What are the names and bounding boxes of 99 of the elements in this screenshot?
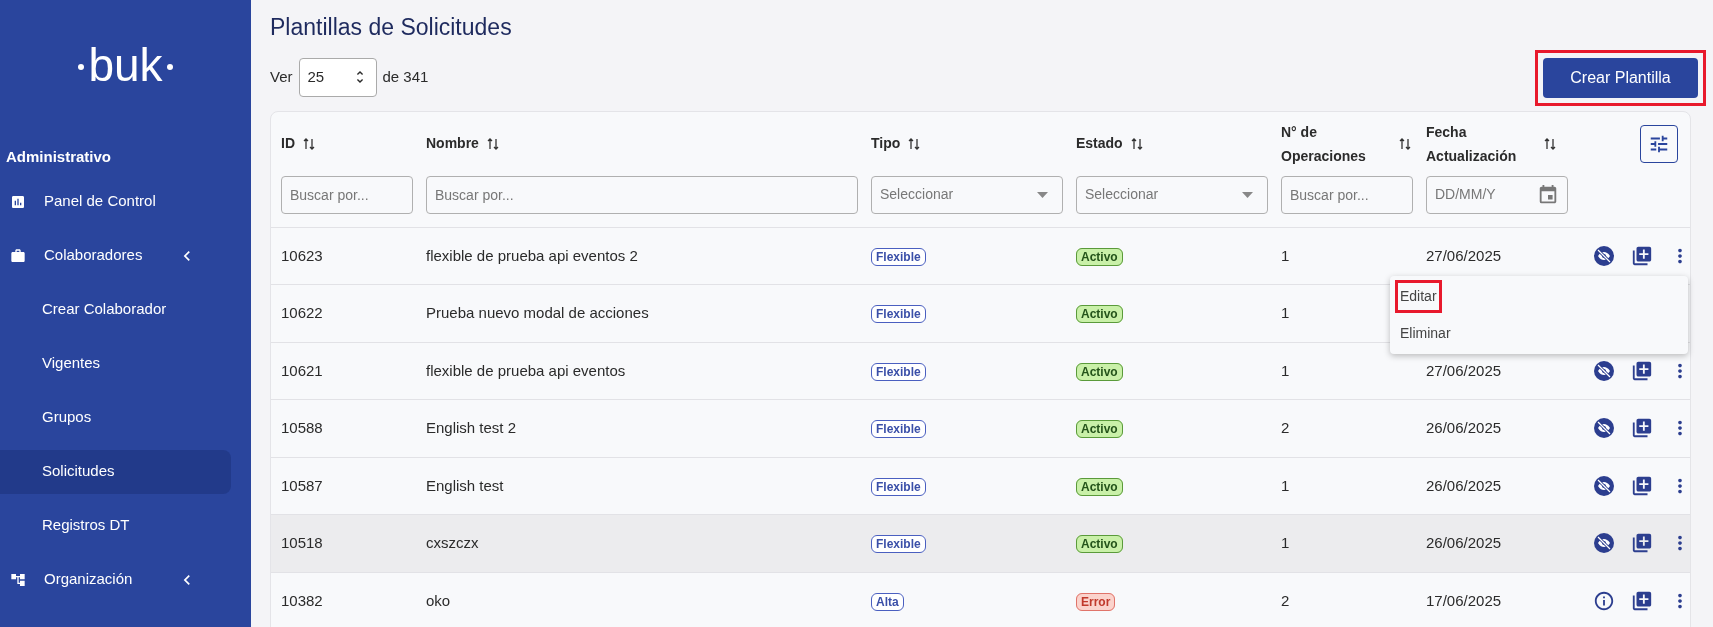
sort-icon[interactable] [908,136,921,151]
status-tag: Activo [1076,362,1123,381]
section-title: Administrativo [5,147,112,167]
page-title: Plantillas de Solicitudes [270,13,513,42]
logo-dot-icon [78,64,85,70]
dropdown-icon [1037,191,1048,198]
status-tag: Activo [1076,247,1123,266]
calendar-icon[interactable] [1537,183,1559,206]
nav-icon [10,193,26,210]
operations-cell-text: 2 [1281,418,1291,438]
nav-item[interactable]: Colaboradores [0,228,251,283]
eye-off-icon[interactable] [1593,474,1615,497]
table-row[interactable]: 10518 cxszczx Flexible Activo 1 26/06/2025 [271,515,1690,573]
menu-item[interactable]: Editar [1398,283,1439,310]
name-cell-text: English test 2 [426,418,518,438]
id-cell-text: 10587 [281,475,324,496]
table-row[interactable]: 10382 oko Alta Error 2 17/06/2025 [271,572,1690,627]
nav-subitem[interactable]: Grupos [0,395,231,440]
nav-item[interactable]: Panel de Control [0,174,251,229]
nav-item[interactable]: Organización [0,552,251,607]
sort-icon[interactable] [1130,136,1143,151]
dropdown-icon [1242,191,1253,198]
operations-cell-text: 1 [1281,303,1291,323]
type-tag: Flexible [871,305,926,323]
column-header: Tipo [871,134,901,153]
duplicate-icon[interactable] [1631,359,1653,382]
status-tag: Activo [1076,305,1123,323]
name-cell-text: cxszczx [426,533,480,553]
operations-cell-text: 2 [1281,590,1291,611]
page-size-label: Ver [270,66,293,87]
status-tag: Activo [1076,535,1123,553]
nav-subitem[interactable]: Solicitudes [0,449,231,494]
column-header: Estado [1076,134,1123,153]
type-tag: Alta [871,592,904,611]
name-cell-text: flexible de prueba api eventos [426,360,627,381]
operations-cell-text: 1 [1281,360,1291,381]
sort-icon[interactable] [1544,136,1556,151]
info-icon[interactable] [1593,589,1615,612]
create-template-button[interactable]: Crear Plantilla [1543,57,1698,98]
duplicate-icon[interactable] [1631,417,1653,440]
id-cell-text: 10623 [281,245,324,266]
operations-cell-text: 1 [1281,475,1291,496]
date-cell-text: 26/06/2025 [1426,475,1503,496]
name-cell-text: oko [426,590,452,611]
type-tag: Flexible [871,420,926,438]
date-cell-text: 26/06/2025 [1426,533,1503,553]
nav-subitem[interactable]: Vigentes [0,341,231,386]
nav-subitem[interactable]: Registros DT [0,503,231,548]
date-cell-text: 27/06/2025 [1426,360,1503,381]
date-field[interactable]: DD/MM/Y [1426,175,1568,214]
eye-off-icon[interactable] [1593,359,1615,382]
duplicate-icon[interactable] [1631,532,1653,555]
column-header: N° de Operaciones [1281,122,1367,166]
date-cell-text: 17/06/2025 [1426,590,1503,611]
id-cell-text: 10588 [281,418,324,438]
nav-subitem[interactable]: Crear Colaborador [0,287,231,332]
eye-off-icon[interactable] [1593,417,1615,440]
operations-cell-text: 1 [1281,245,1291,266]
total-count: de 341 [382,66,429,87]
duplicate-icon[interactable] [1631,589,1653,612]
filter-input[interactable]: Buscar por... [281,175,413,214]
eye-off-icon[interactable] [1593,532,1615,555]
column-header: Fecha Actualización [1426,122,1518,166]
sort-icon[interactable] [486,136,499,151]
nav-icon [10,571,26,588]
sort-icon[interactable] [1399,136,1411,151]
page-size-select[interactable]: 25 [298,57,377,97]
filter-select[interactable]: Seleccionar [871,175,1063,214]
filter-input[interactable]: Buscar por... [426,175,858,214]
eye-off-icon[interactable] [1593,244,1615,267]
logo-dot-icon [166,64,173,70]
date-cell-text: 26/06/2025 [1426,418,1503,438]
id-cell-text: 10621 [281,360,324,381]
id-cell-text: 10382 [281,590,324,611]
name-cell-text: English test [426,475,505,496]
status-tag: Activo [1076,420,1123,438]
name-cell-text: Prueba nuevo modal de acciones [426,303,650,323]
id-cell-text: 10622 [281,303,324,323]
sort-icon[interactable] [303,136,315,151]
operations-cell-text: 1 [1281,533,1291,553]
id-cell-text: 10518 [281,533,324,553]
logo-text: buk [88,37,163,93]
column-header: Nombre [426,134,479,153]
date-cell-text: 27/06/2025 [1426,245,1503,266]
name-cell-text: flexible de prueba api eventos 2 [426,245,639,266]
type-tag: Flexible [871,362,926,381]
status-tag: Error [1076,592,1116,611]
type-tag: Flexible [871,247,926,266]
filter-input[interactable]: Buscar por... [1281,175,1413,214]
column-settings-button[interactable] [1640,124,1678,163]
duplicate-icon[interactable] [1631,474,1653,497]
duplicate-icon[interactable] [1631,244,1653,267]
filter-select[interactable]: Seleccionar [1076,175,1268,214]
status-tag: Activo [1076,477,1123,496]
column-header: ID [281,134,295,153]
type-tag: Flexible [871,477,926,496]
nav-icon [10,247,26,264]
table-row[interactable]: 10588 English test 2 Flexible Activo 2 26/06/2025 [271,400,1690,458]
type-tag: Flexible [871,535,926,553]
